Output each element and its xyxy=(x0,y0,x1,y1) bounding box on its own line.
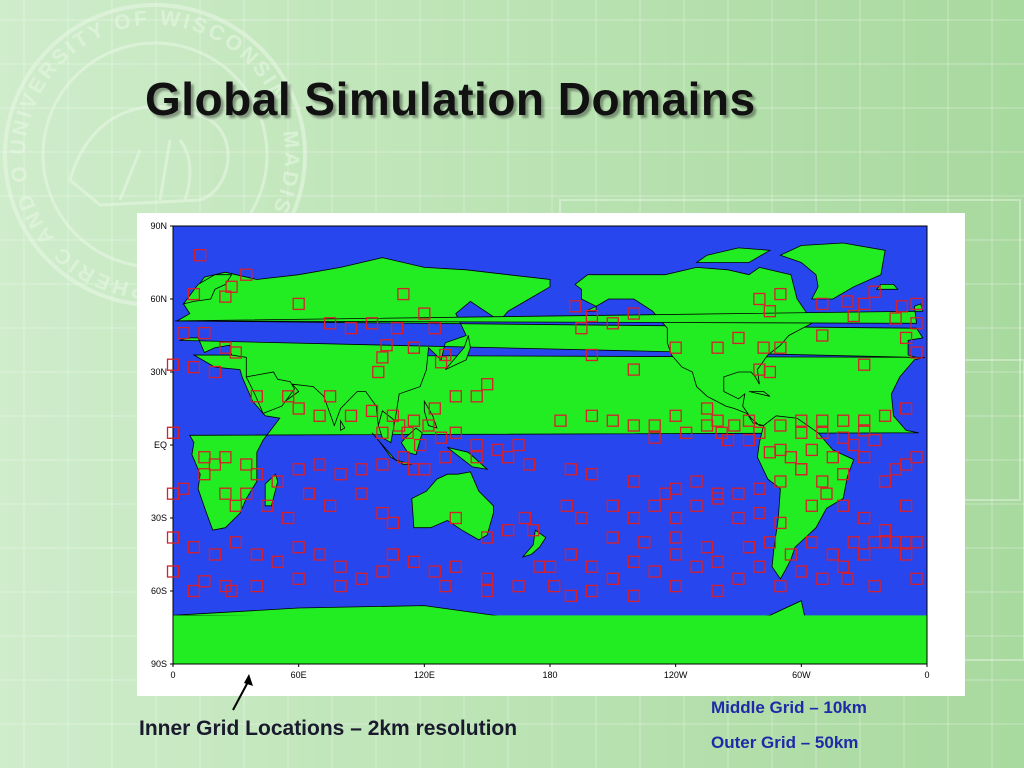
pointer-arrow xyxy=(232,674,253,711)
y-tick-label: 30S xyxy=(151,513,167,523)
caption-inner-grid: Inner Grid Locations – 2km resolution xyxy=(139,717,518,740)
caption-outer-grid: Outer Grid – 50km xyxy=(711,733,859,752)
caption-middle-grid: Middle Grid – 10km xyxy=(711,698,867,717)
x-tick-label: 120E xyxy=(414,670,435,680)
y-tick-label: 90S xyxy=(151,659,167,669)
world-map: 90N60N30NEQ30S60S90S0 60E 120E 180 120W 60W 0 xyxy=(150,221,929,680)
x-tick-label: 0 xyxy=(924,670,929,680)
x-tick-label: 0 xyxy=(170,670,175,680)
y-tick-label: 30N xyxy=(150,367,167,377)
y-tick-label: 60S xyxy=(151,586,167,596)
y-tick-label: 90N xyxy=(150,221,167,231)
world-map-panel: 90N 60N 30N EQ 30S 60S 90S 0 60E 120E 180 120W 60W 0 xyxy=(137,213,965,696)
y-tick-label: EQ xyxy=(154,440,167,450)
x-tick-label: 60E xyxy=(291,670,307,680)
slide-title: Global Simulation Domains xyxy=(145,73,756,125)
x-tick-label: 180 xyxy=(542,670,557,680)
antarctica xyxy=(173,615,927,664)
y-tick-label: 60N xyxy=(150,294,167,304)
x-tick-label: 120W xyxy=(664,670,688,680)
x-tick-label: 60W xyxy=(792,670,811,680)
